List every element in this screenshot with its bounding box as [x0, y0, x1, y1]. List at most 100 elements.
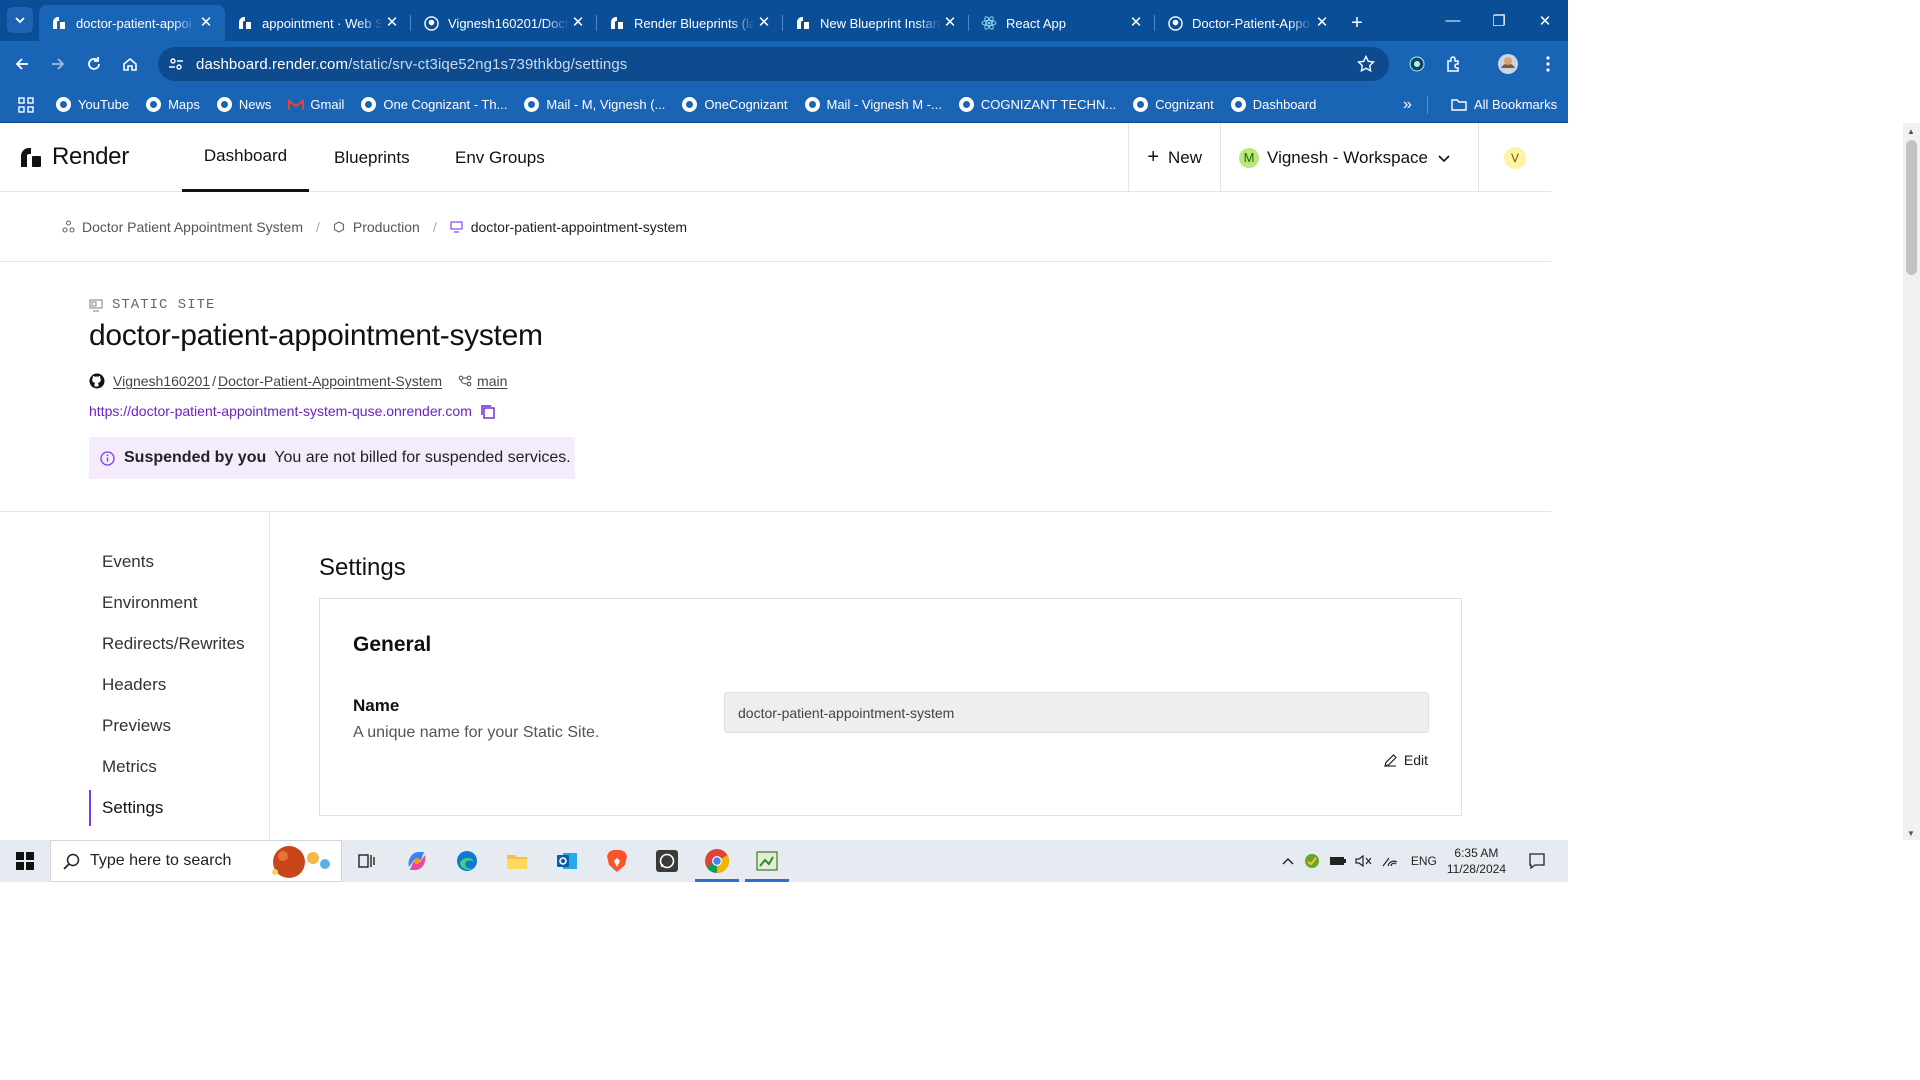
- bookmarks-bar: YouTube Maps News Gmail One Cognizant - …: [0, 87, 1568, 123]
- close-tab-icon[interactable]: ✕: [941, 14, 959, 32]
- render-logo-icon: [21, 148, 41, 167]
- browser-tab[interactable]: New Blueprint Instan ✕: [783, 5, 969, 41]
- app-window-icon[interactable]: [742, 840, 792, 882]
- close-tab-icon[interactable]: ✕: [755, 14, 773, 32]
- back-icon[interactable]: [4, 46, 40, 82]
- render-top-nav: Render Dashboard Blueprints Env Groups +…: [0, 123, 1551, 192]
- edit-name-button[interactable]: Edit: [1383, 752, 1428, 768]
- security-icon[interactable]: [1304, 853, 1320, 869]
- close-tab-icon[interactable]: ✕: [569, 14, 587, 32]
- user-menu[interactable]: V: [1478, 123, 1551, 192]
- windows-start-icon[interactable]: [0, 840, 50, 882]
- extension-icon[interactable]: [1399, 46, 1435, 82]
- bookmark-maps[interactable]: Maps: [146, 97, 200, 112]
- volume-muted-icon[interactable]: [1355, 854, 1373, 868]
- scrollbar-thumb[interactable]: [1906, 140, 1917, 275]
- new-tab-button[interactable]: +: [1343, 5, 1371, 41]
- bookmark-gmail[interactable]: Gmail: [288, 97, 344, 112]
- new-button[interactable]: + New: [1128, 123, 1220, 192]
- site-url-link[interactable]: https://doctor-patient-appointment-syste…: [89, 403, 472, 419]
- close-tab-icon[interactable]: ✕: [1313, 14, 1331, 32]
- tray-overflow-icon[interactable]: [1282, 857, 1294, 865]
- scroll-down-icon[interactable]: ▼: [1907, 829, 1915, 838]
- globe-icon: [958, 97, 974, 112]
- browser-tab[interactable]: Doctor-Patient-Appo ✕: [1155, 5, 1341, 41]
- notifications-icon[interactable]: [1528, 852, 1546, 870]
- address-bar[interactable]: dashboard.render.com/static/srv-ct3iqe52…: [158, 47, 1389, 81]
- bookmark-onecognizant[interactable]: OneCognizant: [682, 97, 788, 112]
- nav-env-groups[interactable]: Env Groups: [455, 123, 545, 192]
- outlook-icon[interactable]: [542, 840, 592, 882]
- github-icon: [423, 15, 439, 31]
- browser-tab[interactable]: Vignesh160201/Doct ✕: [411, 5, 597, 41]
- page-scrollbar[interactable]: ▲ ▼: [1903, 123, 1920, 840]
- side-nav-previews[interactable]: Previews: [89, 709, 171, 743]
- side-nav-environment[interactable]: Environment: [89, 586, 197, 620]
- side-nav-events[interactable]: Events: [89, 545, 154, 579]
- battery-icon[interactable]: [1329, 855, 1347, 867]
- render-logo[interactable]: Render: [20, 143, 129, 171]
- name-field[interactable]: doctor-patient-appointment-system: [724, 692, 1429, 733]
- repo-owner-link[interactable]: Vignesh160201: [113, 373, 210, 389]
- bookmark-label: YouTube: [78, 97, 130, 112]
- browser-tab[interactable]: Render Blueprints (la ✕: [597, 5, 783, 41]
- copy-icon[interactable]: [480, 404, 495, 419]
- close-window-icon[interactable]: ✕: [1522, 0, 1568, 41]
- tab-search-button[interactable]: [7, 7, 33, 33]
- task-view-icon[interactable]: [342, 840, 392, 882]
- apps-grid-icon[interactable]: [18, 96, 34, 113]
- page-title: doctor-patient-appointment-system: [89, 319, 543, 352]
- chrome-icon[interactable]: [692, 840, 742, 882]
- bookmark-cognizant[interactable]: Cognizant: [1133, 97, 1214, 112]
- brave-icon[interactable]: [592, 840, 642, 882]
- all-bookmarks-button[interactable]: All Bookmarks: [1451, 97, 1557, 112]
- bookmark-dashboard[interactable]: Dashboard: [1230, 97, 1316, 112]
- nav-blueprints[interactable]: Blueprints: [334, 123, 410, 192]
- more-bookmarks-icon[interactable]: »: [1403, 96, 1412, 114]
- close-tab-icon[interactable]: ✕: [383, 14, 401, 32]
- browser-tab[interactable]: doctor-patient-appoi ✕: [39, 5, 225, 41]
- bookmark-cognizant-techn[interactable]: COGNIZANT TECHN...: [958, 97, 1116, 112]
- bookmark-one-cognizant[interactable]: One Cognizant - Th...: [361, 97, 507, 112]
- forward-icon[interactable]: [40, 46, 76, 82]
- restore-icon[interactable]: ❐: [1476, 0, 1522, 41]
- bookmark-news[interactable]: News: [216, 97, 271, 112]
- branch-link[interactable]: main: [477, 373, 507, 389]
- browser-tab[interactable]: React App ✕: [969, 5, 1155, 41]
- site-info-icon[interactable]: [168, 56, 184, 72]
- language-indicator[interactable]: ENG: [1411, 854, 1437, 868]
- wifi-icon[interactable]: [1382, 854, 1398, 868]
- bookmark-star-icon[interactable]: [1357, 55, 1375, 73]
- bookmark-mail-vignesh-m[interactable]: Mail - Vignesh M -...: [804, 97, 942, 112]
- clock[interactable]: 6:35 AM 11/28/2024: [1447, 845, 1506, 877]
- workspace-switcher[interactable]: M Vignesh - Workspace: [1220, 123, 1478, 192]
- extensions-puzzle-icon[interactable]: [1436, 46, 1472, 82]
- nav-dashboard[interactable]: Dashboard: [182, 123, 309, 192]
- home-icon[interactable]: [112, 46, 148, 82]
- breadcrumb-environment[interactable]: Production: [353, 219, 420, 235]
- globe-icon: [216, 97, 232, 112]
- bookmark-mail-m-vignesh[interactable]: Mail - M, Vignesh (...: [524, 97, 665, 112]
- side-nav-settings[interactable]: Settings: [89, 790, 163, 826]
- profile-avatar[interactable]: [1490, 46, 1526, 82]
- breadcrumb-project[interactable]: Doctor Patient Appointment System: [82, 219, 303, 235]
- taskbar-search[interactable]: Type here to search: [50, 840, 342, 882]
- copilot-icon[interactable]: [392, 840, 442, 882]
- system-tray: ENG 6:35 AM 11/28/2024: [1282, 840, 1568, 882]
- close-tab-icon[interactable]: ✕: [197, 14, 215, 32]
- minimize-icon[interactable]: —: [1430, 0, 1476, 41]
- whatsapp-icon[interactable]: [642, 840, 692, 882]
- browser-menu-icon[interactable]: [1530, 46, 1566, 82]
- close-tab-icon[interactable]: ✕: [1127, 14, 1145, 32]
- side-nav-redirects-rewrites[interactable]: Redirects/Rewrites: [89, 627, 245, 661]
- browser-tab[interactable]: appointment · Web S ✕: [225, 5, 411, 41]
- reload-icon[interactable]: [76, 46, 112, 82]
- side-nav-metrics[interactable]: Metrics: [89, 750, 157, 784]
- repo-name-link[interactable]: Doctor-Patient-Appointment-System: [218, 373, 442, 389]
- scroll-up-icon[interactable]: ▲: [1907, 127, 1915, 136]
- service-kind-label: STATIC SITE: [112, 297, 216, 313]
- bookmark-youtube[interactable]: YouTube: [56, 97, 129, 112]
- edge-icon[interactable]: [442, 840, 492, 882]
- file-explorer-icon[interactable]: [492, 840, 542, 882]
- side-nav-headers[interactable]: Headers: [89, 668, 166, 702]
